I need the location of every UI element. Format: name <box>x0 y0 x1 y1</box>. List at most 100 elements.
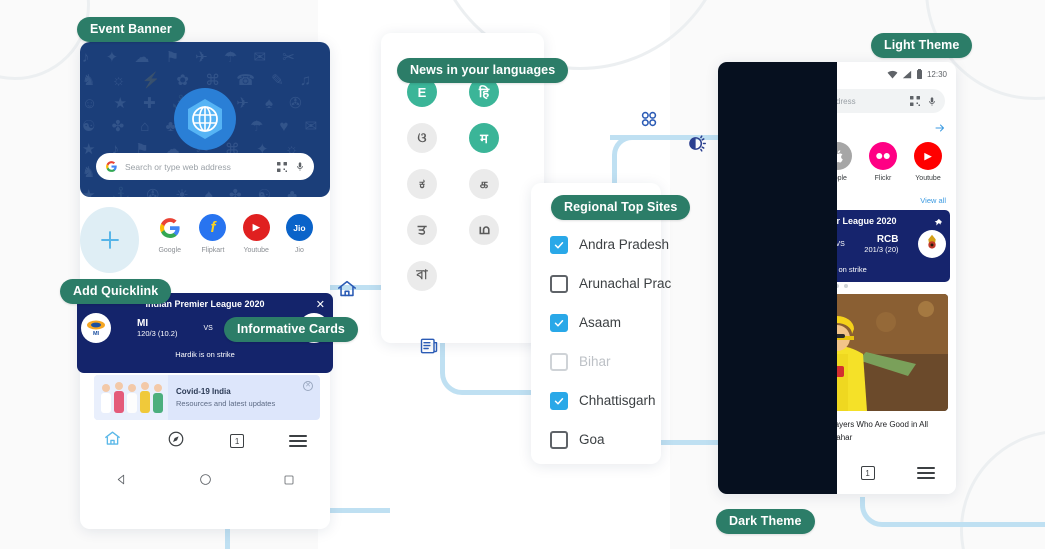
menu-icon[interactable] <box>916 464 935 482</box>
covid-info-card[interactable]: Covid-19 India Resources and latest upda… <box>94 375 320 420</box>
top-site-apple[interactable]: Apple <box>818 142 858 182</box>
regional-list: Andra Pradesh Arunachal Prac Asaam Bihar <box>531 183 671 459</box>
qr-scan-icon[interactable] <box>909 95 921 107</box>
covid-subtitle: Resources and latest updates <box>176 399 276 408</box>
globe-hexagon-icon <box>174 88 236 150</box>
list-item[interactable]: Arunachal Prac <box>550 264 671 303</box>
covid-illustration <box>94 375 168 420</box>
team-a-score: 120/3 (10.2) <box>775 245 816 254</box>
ipl-match-card[interactable]: LIVE Indian Premier League 2020 MI MI 12… <box>724 210 950 282</box>
top-site-behance[interactable]: Bē Behance <box>728 142 768 182</box>
top-site-label: Flickr <box>874 175 892 182</box>
carousel-dot-active[interactable] <box>826 284 830 288</box>
checkbox-checked-icon[interactable] <box>550 313 568 332</box>
covid-title: Covid-19 India <box>176 387 231 396</box>
plus-icon <box>100 231 119 249</box>
language-chip-tamil[interactable]: க <box>469 169 499 199</box>
microphone-icon[interactable] <box>295 160 305 173</box>
top-site-label: Youtube <box>915 175 941 182</box>
compass-icon[interactable] <box>800 462 818 485</box>
menu-icon[interactable] <box>289 432 308 450</box>
compass-icon[interactable] <box>167 430 185 453</box>
svg-text:MI: MI <box>739 246 745 252</box>
battery-icon <box>916 69 922 79</box>
top-site-flickr[interactable]: Flickr <box>863 142 903 182</box>
checkbox-icon[interactable] <box>550 274 568 293</box>
language-chip-punjabi[interactable]: ਤ <box>407 215 437 245</box>
browser-bottom-nav: 1 <box>80 420 330 462</box>
list-item[interactable]: Asaam <box>550 303 661 342</box>
list-item[interactable]: Chhattisgarh <box>550 381 661 420</box>
search-placeholder: Search or type web address <box>125 161 231 172</box>
qr-scan-icon[interactable] <box>276 161 288 173</box>
quicklink-google[interactable]: Google <box>149 214 190 254</box>
list-item-label: Goa <box>579 432 605 447</box>
language-chip-kannada[interactable]: ಕ <box>407 169 437 199</box>
event-banner-card[interactable]: ♪ ✦ ☁ ⚑ ✈ ☂ ✉ ✂ ♞ ☼ ⚡ ✿ ⌘ ☎ ✎ ♫ ☺ ★ ✚ ⚓ … <box>80 42 330 197</box>
news-article-card[interactable]: IPL 2020: MS Dhoni Prefers Players Who A… <box>726 294 948 457</box>
label-add-quicklink: Add Quicklink <box>60 279 172 304</box>
arrow-right-icon[interactable] <box>934 121 946 139</box>
close-icon[interactable]: ✕ <box>316 298 325 311</box>
quicklink-label: Google <box>158 247 182 254</box>
carousel-dot[interactable] <box>835 284 839 288</box>
list-item[interactable]: Goa <box>550 420 661 459</box>
language-chip-bengali[interactable]: বা <box>407 261 437 291</box>
carousel-dots <box>718 284 956 288</box>
language-chip-marathi[interactable]: म <box>469 123 499 153</box>
flipkart-icon: f <box>199 214 227 241</box>
google-icon <box>106 161 117 172</box>
home-icon[interactable] <box>739 461 758 485</box>
top-site-youtube[interactable]: ▶ Youtube <box>908 142 948 182</box>
list-item-label: Chhattisgarh <box>579 393 656 408</box>
home-icon[interactable] <box>103 429 122 453</box>
team-a-score: 120/3 (10.2) <box>137 329 178 338</box>
quicklink-label: Jio <box>294 247 304 254</box>
view-all-link[interactable]: View all <box>920 196 946 205</box>
carousel-dot[interactable] <box>844 284 848 288</box>
label-informative-cards: Informative Cards <box>224 317 358 342</box>
quicklink-jio[interactable]: Jio Jio <box>279 214 320 254</box>
recents-square-icon[interactable] <box>283 473 295 491</box>
mi-team-logo: MI <box>728 230 756 258</box>
checkbox-checked-icon[interactable] <box>550 235 568 254</box>
language-chip-odia[interactable]: ଓ <box>407 123 437 153</box>
checkbox-disabled-icon <box>550 352 568 371</box>
team-a-name: MI <box>775 234 787 245</box>
close-circle-icon[interactable]: ✕ <box>303 381 313 391</box>
search-input[interactable]: Search or type web address <box>96 153 314 180</box>
tabs-icon[interactable]: 1 <box>860 466 875 480</box>
connector-line-8 <box>860 497 1045 527</box>
quicklink-flipkart[interactable]: f Flipkart <box>192 214 233 254</box>
background-arc-4 <box>960 430 1045 549</box>
top-sites-heading: Top sites <box>729 124 768 134</box>
live-badge: LIVE <box>732 217 746 223</box>
browser-bottom-nav: 1 <box>718 452 956 494</box>
pin-icon[interactable] <box>933 215 943 233</box>
label-light-theme: Light Theme <box>871 33 973 58</box>
add-quicklink-button[interactable] <box>80 207 140 273</box>
language-chip-malayalam[interactable]: ഥ <box>469 215 499 245</box>
search-input[interactable]: Search or type web address <box>729 89 945 113</box>
top-site-pintrest[interactable]: P Pintrest <box>773 142 813 182</box>
mi-team-logo: MI <box>81 313 111 343</box>
back-triangle-icon[interactable] <box>115 473 128 491</box>
top-site-label: Pintrest <box>781 175 805 182</box>
microphone-icon[interactable] <box>927 95 937 108</box>
checkbox-icon[interactable] <box>550 430 568 449</box>
grid-dots-icon <box>638 108 660 135</box>
status-time: 12:30 <box>926 69 947 79</box>
background-arc-3 <box>0 0 90 80</box>
home-icon <box>336 278 358 305</box>
covid-text: Covid-19 India Resources and latest upda… <box>168 387 275 408</box>
list-item[interactable]: Andra Pradesh <box>550 225 669 264</box>
news-headline: IPL 2020: MS Dhoni Prefers Players Who A… <box>726 420 929 442</box>
list-item-label: Andra Pradesh <box>579 237 670 252</box>
checkbox-checked-icon[interactable] <box>550 391 568 410</box>
home-circle-icon[interactable] <box>199 473 212 491</box>
quicklink-label: Youtube <box>243 247 269 254</box>
team-a-name: MI <box>137 318 149 329</box>
list-item-disabled: Bihar <box>550 342 661 381</box>
quicklink-youtube[interactable]: ▶ Youtube <box>236 214 277 254</box>
tabs-icon[interactable]: 1 <box>230 434 245 448</box>
